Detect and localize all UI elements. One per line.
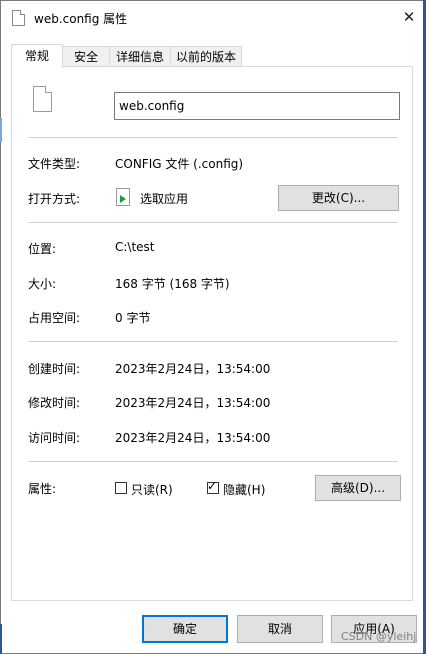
file-type-label: 文件类型: <box>28 157 81 171</box>
properties-dialog: web.config 属性 ✕ 常规 安全 详细信息 以前的版本 文件类型: C… <box>0 0 426 654</box>
size-on-disk-value: 0 字节 <box>115 311 151 325</box>
tab-general[interactable]: 常规 <box>11 44 63 67</box>
advanced-button[interactable]: 高级(D)... <box>315 475 401 501</box>
readonly-label: 只读(R) <box>131 483 173 497</box>
created-label: 创建时间: <box>28 362 81 376</box>
background-edge <box>0 118 2 142</box>
title-bar: web.config 属性 ✕ <box>1 1 425 35</box>
hidden-checkbox-box[interactable]: ✓ <box>207 479 219 494</box>
file-icon <box>12 10 25 26</box>
file-type-value: CONFIG 文件 (.config) <box>115 157 244 171</box>
modified-label: 修改时间: <box>28 396 81 410</box>
divider <box>28 137 398 138</box>
cancel-button[interactable]: 取消 <box>237 615 323 643</box>
window-title: web.config 属性 <box>34 12 128 26</box>
created-value: 2023年2月24日，13:54:00 <box>115 362 271 376</box>
divider <box>28 461 398 462</box>
file-name-input[interactable] <box>114 92 400 120</box>
opens-with-label: 打开方式: <box>28 192 81 206</box>
size-label: 大小: <box>28 277 57 291</box>
modified-value: 2023年2月24日，13:54:00 <box>115 396 271 410</box>
ok-button[interactable]: 确定 <box>142 615 228 643</box>
change-button[interactable]: 更改(C)... <box>278 185 399 211</box>
app-icon <box>116 188 130 206</box>
location-label: 位置: <box>28 242 57 256</box>
file-large-icon <box>33 86 52 112</box>
checkmark-icon: ✓ <box>207 479 218 493</box>
close-button[interactable]: ✕ <box>399 7 419 27</box>
size-on-disk-label: 占用空间: <box>28 311 81 325</box>
divider <box>28 222 398 223</box>
tab-previous-versions[interactable]: 以前的版本 <box>170 46 242 66</box>
general-panel <box>11 66 413 601</box>
size-value: 168 字节 (168 字节) <box>115 277 230 291</box>
location-value: C:\test <box>115 240 155 254</box>
watermark: CSDN @yleihj <box>341 630 417 643</box>
tab-security[interactable]: 安全 <box>62 46 110 66</box>
opens-with-value: 选取应用 <box>140 192 189 206</box>
readonly-checkbox-box[interactable] <box>115 482 127 494</box>
background-edge <box>0 624 2 654</box>
divider <box>28 341 398 342</box>
attributes-label: 属性: <box>28 482 57 496</box>
accessed-label: 访问时间: <box>28 431 81 445</box>
tab-details[interactable]: 详细信息 <box>109 46 171 66</box>
accessed-value: 2023年2月24日，13:54:00 <box>115 431 271 445</box>
hidden-label: 隐藏(H) <box>223 483 266 497</box>
